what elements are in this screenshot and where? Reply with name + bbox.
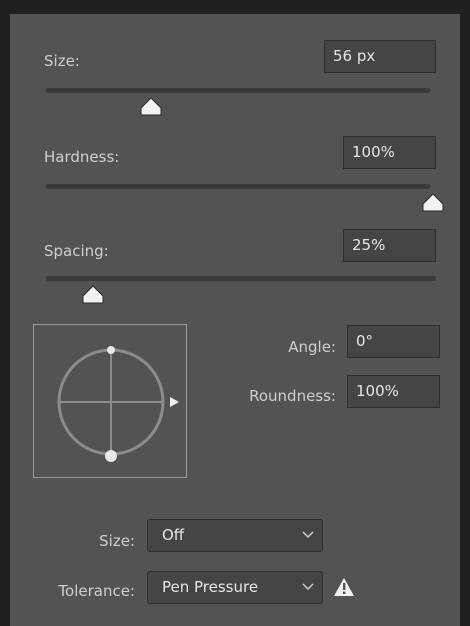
brush-tip-preview-icon: [57, 346, 179, 462]
spacing-slider-track[interactable]: [46, 276, 436, 281]
roundness-label: Roundness:: [249, 387, 336, 405]
slider-thumb-icon: [82, 285, 104, 304]
slider-thumb-icon: [422, 193, 444, 212]
size-input[interactable]: 56 px: [324, 40, 436, 73]
chevron-down-icon: [302, 531, 314, 539]
tolerance-label: Tolerance:: [58, 582, 135, 600]
size-control-label: Size:: [99, 532, 135, 550]
brush-tip-preview[interactable]: [33, 324, 187, 478]
size-label: Size:: [44, 52, 80, 70]
slider-thumb-icon: [140, 97, 162, 116]
warning-icon[interactable]: [333, 577, 355, 597]
tolerance-dropdown[interactable]: Pen Pressure: [147, 571, 323, 604]
hardness-label: Hardness:: [44, 148, 120, 166]
size-control-dropdown[interactable]: Off: [147, 519, 323, 552]
size-slider-track[interactable]: [46, 88, 430, 93]
chevron-down-icon: [302, 583, 314, 591]
roundness-input[interactable]: 100%: [347, 375, 440, 408]
tolerance-value: Pen Pressure: [162, 578, 259, 596]
hardness-slider-track[interactable]: [46, 184, 430, 189]
size-control-value: Off: [162, 526, 185, 544]
hardness-input[interactable]: 100%: [343, 136, 436, 169]
spacing-input[interactable]: 25%: [343, 229, 436, 262]
angle-label: Angle:: [288, 338, 336, 356]
angle-input[interactable]: 0°: [347, 325, 440, 358]
spacing-label: Spacing:: [44, 242, 109, 260]
brush-settings-panel: Size: 56 px Hardness: 100% Spacing: 25% …: [10, 14, 460, 626]
